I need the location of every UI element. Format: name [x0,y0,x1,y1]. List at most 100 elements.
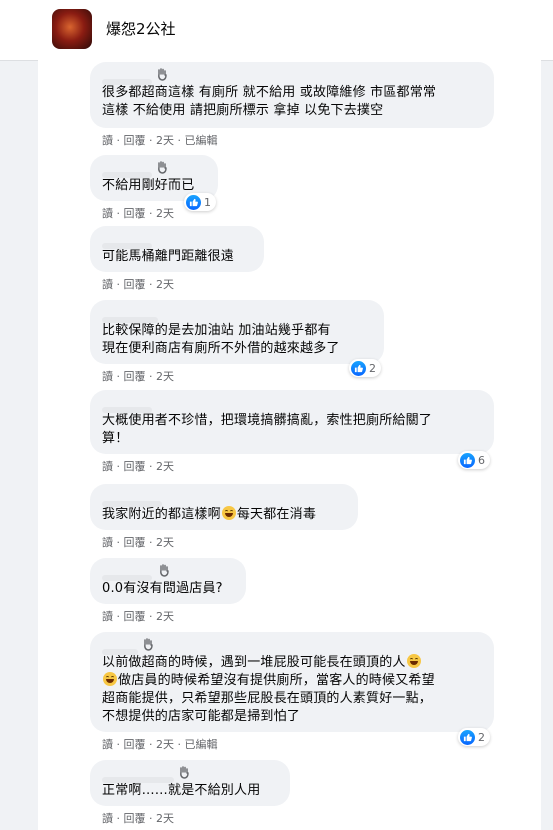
comment: 0.0有沒有問過店員? 讀 · 回覆 · 2天 [90,558,246,624]
edited-label: 已編輯 [184,738,218,751]
comment-text: 正常啊……就是不給別人用 [102,783,261,798]
reaction-count[interactable]: 2 [458,728,490,746]
comment: 我家附近的都這樣啊 每天都在消毒 讀 · 回覆 · 2天 [90,484,358,550]
grinning-emoji-icon [406,654,421,668]
comment-bubble: 比較保障的是去加油站 加油站幾乎都有 現在便利商店有廁所不外借的越來越多了 [90,300,384,364]
like-icon [460,452,475,468]
comment-text: 以前做超商的時候，遇到一堆屁股可能長在頭頂的人做店員的時候希望沒有提供廁所，當客… [102,654,482,726]
comment-actions: 讀 · 回覆 · 2天 [102,370,174,383]
comment-bubble: 我家附近的都這樣啊 每天都在消毒 [90,484,358,530]
read-button[interactable]: 讀 [102,278,113,291]
comment: 比較保障的是去加油站 加油站幾乎都有 現在便利商店有廁所不外借的越來越多了 2 … [90,300,384,384]
comment-text-part: 我家附近的都這樣啊 [102,507,221,522]
wave-hand-icon [158,68,167,81]
comment-time[interactable]: 2天 [156,610,174,623]
read-button[interactable]: 讀 [102,536,113,549]
comment-actions: 讀 · 回覆 · 2天 [102,460,174,473]
comment-text-part: 每天都在消毒 [236,507,317,522]
reply-button[interactable]: 回覆 [124,536,146,549]
reply-button[interactable]: 回覆 [124,278,146,291]
comment-time[interactable]: 2天 [156,134,174,147]
reaction-number: 1 [204,195,211,209]
comment-bubble: 0.0有沒有問過店員? [90,558,246,604]
comment: 可能馬桶離門距離很遠 讀 · 回覆 · 2天 [90,226,264,292]
grinning-emoji-icon [103,672,117,686]
comment-time[interactable]: 2天 [156,207,174,220]
author-name[interactable] [102,564,234,581]
group-avatar[interactable] [52,9,92,49]
wave-hand-icon [144,638,153,651]
comment-actions: 讀 · 回覆 · 2天 · 已編輯 [102,738,218,751]
group-header: 爆怨2公社 [0,0,553,61]
like-icon [460,729,475,745]
reply-button[interactable]: 回覆 [124,812,146,825]
comment-text: 可能馬桶離門距離很遠 [102,249,235,264]
reaction-count[interactable]: 1 [184,193,216,211]
comment-time[interactable]: 2天 [156,738,174,751]
comment: 很多都超商這樣 有廁所 就不給用 或故障維修 市區都常常 這樣 不給使用 請把廁… [90,62,494,148]
reaction-number: 2 [369,361,376,375]
read-button[interactable]: 讀 [102,460,113,473]
author-name[interactable] [102,161,206,178]
like-icon [351,360,366,376]
comment-actions: 讀 · 回覆 · 2天 · 已編輯 [102,134,218,147]
comment-actions: 讀 · 回覆 · 2天 [102,536,174,549]
reaction-number: 6 [478,453,485,467]
read-button[interactable]: 讀 [102,207,113,220]
wave-hand-icon [180,766,189,779]
author-name[interactable] [102,398,482,413]
reply-button[interactable]: 回覆 [124,370,146,383]
read-button[interactable]: 讀 [102,738,113,751]
comment-line: 以前做超商的時候，遇到一堆屁股可能長在頭頂的人 [102,655,406,670]
comment-time[interactable]: 2天 [156,278,174,291]
wave-hand-icon [158,161,167,174]
author-name[interactable] [102,766,278,783]
comment-text: 大概使用者不珍惜，把環境搞髒搞亂，索性把廁所給關了 算！ [102,413,433,446]
comment-text: 0.0有沒有問過店員? [102,581,223,596]
read-button[interactable]: 讀 [102,812,113,825]
comment-time[interactable]: 2天 [156,536,174,549]
comment-line: 不想提供的店家可能都是掃到怕了 [102,709,301,724]
author-name[interactable] [102,308,372,323]
reply-button[interactable]: 回覆 [124,207,146,220]
edited-label: 已編輯 [184,134,218,147]
comment: 正常啊……就是不給別人用 讀 · 回覆 · 2天 [90,760,290,826]
author-name[interactable] [102,68,482,85]
comment-time[interactable]: 2天 [156,460,174,473]
reaction-count[interactable]: 2 [349,359,381,377]
comment-bubble: 可能馬桶離門距離很遠 [90,226,264,272]
comment-bubble: 大概使用者不珍惜，把環境搞髒搞亂，索性把廁所給關了 算！ [90,390,494,454]
comment-line: 超商能提供，只希望那些屁股長在頭頂的人素質好一點， [102,691,433,706]
comment-bubble: 以前做超商的時候，遇到一堆屁股可能長在頭頂的人做店員的時候希望沒有提供廁所，當客… [90,632,494,732]
group-name[interactable]: 爆怨2公社 [106,18,176,39]
laughing-emoji-icon [221,506,236,520]
comment: 不給用剛好而已 1 讀 · 回覆 · 2天 [90,155,218,221]
comment-bubble: 很多都超商這樣 有廁所 就不給用 或故障維修 市區都常常 這樣 不給使用 請把廁… [90,62,494,128]
comment: 以前做超商的時候，遇到一堆屁股可能長在頭頂的人做店員的時候希望沒有提供廁所，當客… [90,632,494,752]
comment-bubble: 正常啊……就是不給別人用 [90,760,290,806]
reply-button[interactable]: 回覆 [124,610,146,623]
reply-button[interactable]: 回覆 [124,738,146,751]
comment-time[interactable]: 2天 [156,812,174,825]
comment-text: 很多都超商這樣 有廁所 就不給用 或故障維修 市區都常常 這樣 不給使用 請把廁… [102,85,437,118]
comment-actions: 讀 · 回覆 · 2天 [102,610,174,623]
comment-time[interactable]: 2天 [156,370,174,383]
read-button[interactable]: 讀 [102,370,113,383]
reaction-number: 2 [478,730,485,744]
wave-hand-icon [160,564,169,577]
comment-text: 我家附近的都這樣啊 每天都在消毒 [102,506,346,524]
like-icon [186,194,201,210]
comment-line: 做店員的時候希望沒有提供廁所，當客人的時候又希望 [118,673,435,688]
comment: 大概使用者不珍惜，把環境搞髒搞亂，索性把廁所給關了 算！ 6 讀 · 回覆 · … [90,390,494,474]
reply-button[interactable]: 回覆 [124,460,146,473]
comment-actions: 讀 · 回覆 · 2天 [102,278,174,291]
reply-button[interactable]: 回覆 [124,134,146,147]
comment-text: 比較保障的是去加油站 加油站幾乎都有 現在便利商店有廁所不外借的越來越多了 [102,323,340,356]
comment-actions: 讀 · 回覆 · 2天 [102,812,174,825]
author-name[interactable] [102,234,252,249]
reaction-count[interactable]: 6 [458,451,490,469]
author-name[interactable] [102,638,482,655]
read-button[interactable]: 讀 [102,610,113,623]
read-button[interactable]: 讀 [102,134,113,147]
author-name[interactable] [102,492,346,507]
